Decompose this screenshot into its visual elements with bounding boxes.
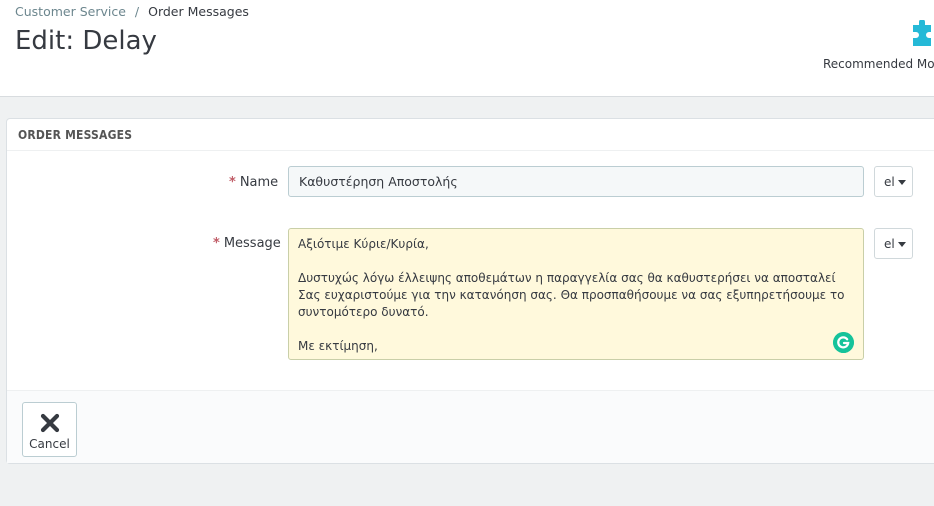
message-line <box>298 321 854 338</box>
breadcrumb-separator: / <box>134 4 140 19</box>
order-messages-panel: ORDER MESSAGES *Name el *Message Αξιότιμ… <box>6 118 934 464</box>
message-line: Σας ευχαριστούμε για την κατανόηση σας. … <box>298 288 845 302</box>
page-title: Edit: Delay <box>15 26 157 56</box>
name-input[interactable] <box>288 166 864 197</box>
panel-heading: ORDER MESSAGES <box>7 119 934 151</box>
name-label-text: Name <box>239 175 279 190</box>
puzzle-icon[interactable] <box>910 20 934 48</box>
message-line: Δυστυχώς λόγω έλλειψης αποθεμάτων η παρα… <box>298 271 836 285</box>
caret-down-icon <box>897 180 906 185</box>
panel-footer <box>7 390 934 463</box>
breadcrumb-parent-link[interactable]: Customer Service <box>15 4 126 19</box>
required-mark: * <box>229 175 236 190</box>
message-language-value: el <box>884 237 895 251</box>
message-line: Αξιότιμε Κύριε/Κυρία, <box>298 237 429 251</box>
cancel-button[interactable]: Cancel <box>22 402 77 457</box>
cancel-button-label: Cancel <box>29 437 70 451</box>
close-icon <box>40 413 60 433</box>
message-label-text: Message <box>223 236 281 251</box>
recommended-modules-button[interactable]: Recommended Mod <box>823 57 934 71</box>
grammarly-icon[interactable] <box>833 332 854 353</box>
name-label: * Name <box>229 175 278 190</box>
message-textarea[interactable]: Αξιότιμε Κύριε/Κυρία, Δυστυχώς λόγω έλλε… <box>288 228 864 360</box>
message-line <box>298 253 854 270</box>
panel-heading-text: ORDER MESSAGES <box>18 128 133 142</box>
message-line: Με εκτίμηση, <box>298 339 378 353</box>
caret-down-icon <box>897 242 906 247</box>
breadcrumb: Customer Service / Order Messages <box>15 4 249 19</box>
page-header: Customer Service / Order Messages Edit: De… <box>0 0 934 97</box>
message-line: συντομότερο δυνατό. <box>298 305 429 319</box>
message-label: * Message <box>213 236 281 251</box>
name-language-dropdown[interactable]: el <box>874 166 913 197</box>
message-language-dropdown[interactable]: el <box>874 228 913 259</box>
name-language-value: el <box>884 175 895 189</box>
breadcrumb-current: Order Messages <box>148 4 249 19</box>
required-mark: * <box>213 236 220 251</box>
